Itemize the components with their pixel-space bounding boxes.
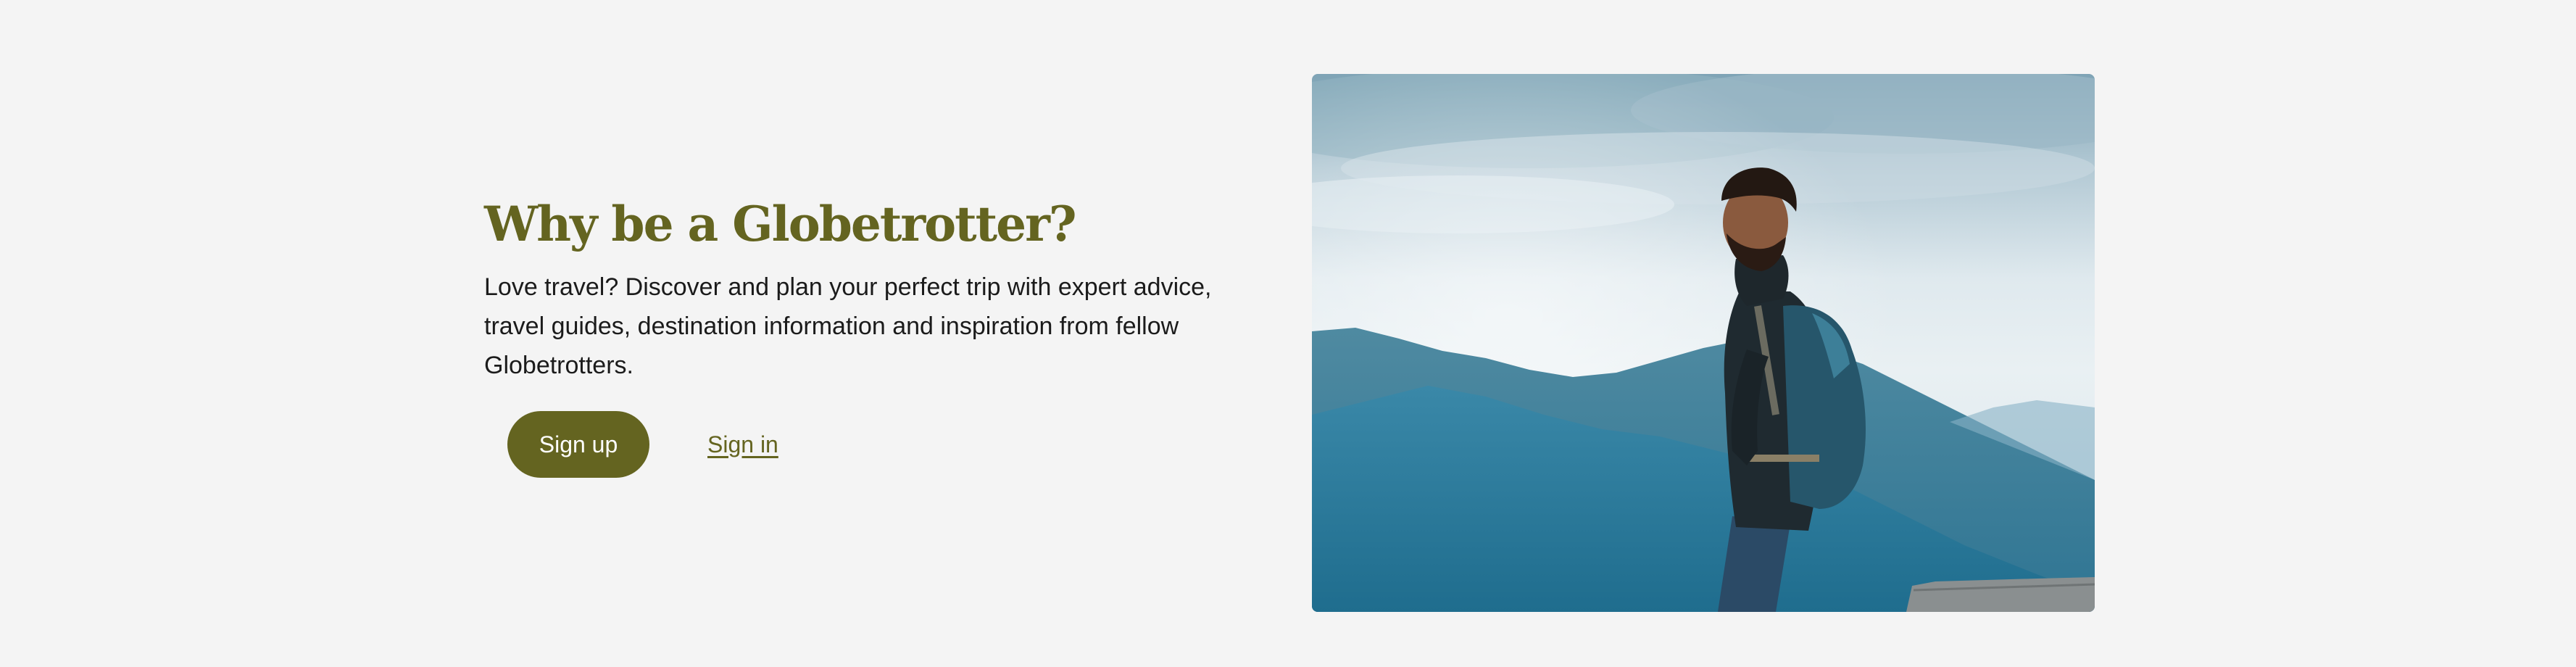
hero-image-hiker: [1312, 74, 2095, 612]
sign-up-button[interactable]: Sign up: [507, 411, 649, 478]
hero-text-column: Why be a Globetrotter? Love travel? Disc…: [484, 196, 1252, 478]
hero-heading: Why be a Globetrotter?: [484, 196, 1077, 252]
sign-in-link[interactable]: Sign in: [707, 431, 778, 458]
hero-description: Love travel? Discover and plan your perf…: [484, 273, 1212, 380]
hero-section: Why be a Globetrotter? Love travel? Disc…: [0, 0, 2576, 667]
hero-actions: Sign up Sign in: [484, 411, 1252, 478]
hiker-mountain-photo: [1312, 74, 2095, 612]
